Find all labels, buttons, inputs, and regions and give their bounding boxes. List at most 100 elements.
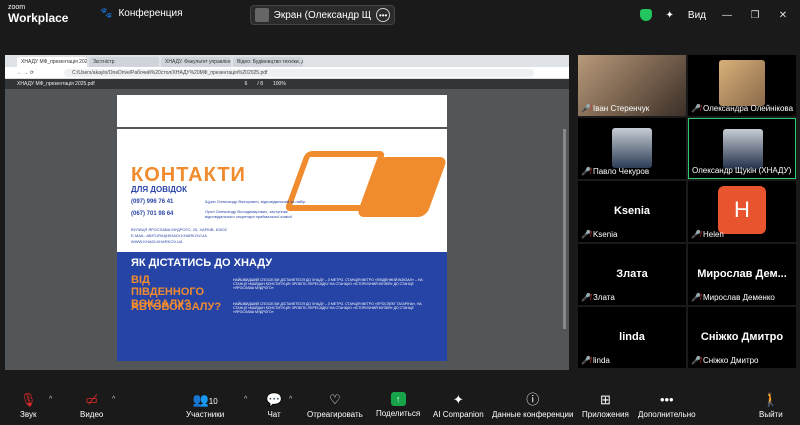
participants-count: 10: [208, 397, 218, 406]
more-label: Дополнительно: [638, 410, 696, 419]
browser-tab[interactable]: ХНАДУ МФ_презентація 2025.pdf: [17, 57, 87, 67]
participant-photo: [719, 60, 765, 106]
mic-off-icon: 🎤̸: [691, 230, 701, 239]
apps-button[interactable]: ⊞ Приложения: [582, 392, 629, 419]
participant-tile-active-speaker[interactable]: Олександр Щукін (ХНАДУ): [688, 118, 796, 179]
participant-tile[interactable]: 🎤̸ Павло Чекуров: [578, 118, 686, 179]
pdf-page-current: КОНТАКТИ ДЛЯ ДОВІДОК (097) 996 76 41 Щук…: [117, 129, 447, 361]
participant-tile[interactable]: 🎤̸ Іван Стеренчук: [578, 55, 686, 116]
react-label: Отреагировать: [307, 410, 363, 419]
restore-icon[interactable]: ❐: [748, 10, 762, 21]
participant-name: Злата: [592, 293, 615, 302]
security-shield-icon[interactable]: [639, 9, 652, 21]
participant-tile[interactable]: Ksenia 🎤̸ Ksenia: [578, 181, 686, 242]
participants-caret-icon[interactable]: ^: [244, 396, 247, 403]
more-button[interactable]: ••• Дополнительно: [638, 392, 696, 419]
nav-arrows-icon[interactable]: ← → ⟳: [17, 70, 34, 76]
participants-gallery: 🎤̸ Іван Стеренчук 🎤̸ Олександра Олейнікова…: [576, 55, 800, 370]
screen-share-pill[interactable]: Экран (Олександр Щукін (ХНАДУ) •••: [250, 5, 395, 25]
mic-off-icon: 🎤̸: [581, 104, 591, 113]
mic-off-icon: 🎤̸: [691, 104, 701, 113]
mic-off-icon: 🎤̸: [691, 356, 701, 365]
participant-display-name: Злата: [616, 268, 648, 280]
meeting-title: Конференция: [118, 8, 183, 19]
participant-tile[interactable]: 🎤̸ Олександра Олейнікова: [688, 55, 796, 116]
browser-tab[interactable]: Зкстністр: [89, 57, 159, 67]
participant-tile[interactable]: Мирослав Дем... 🎤̸ Мирослав Деменко: [688, 244, 796, 305]
zoom-logo: zoom Workplace: [8, 4, 68, 24]
shared-screen[interactable]: ХНАДУ МФ_презентація 2025.pdf Зкстністр …: [5, 55, 569, 370]
participant-name: Олександр Щукін (ХНАДУ): [692, 166, 792, 175]
participant-name: Сніжко Дмитро: [702, 356, 759, 365]
pdf-scrollbar[interactable]: [563, 129, 566, 329]
minimize-icon[interactable]: —: [720, 10, 734, 21]
address-bar: ← → ⟳ C:/Users/akaylo/OneDrive/Рабочий%2…: [5, 67, 569, 79]
paw-icon: 🐾: [100, 8, 113, 19]
url-field[interactable]: C:/Users/akaylo/OneDrive/Рабочий%20стол/…: [63, 68, 534, 77]
pdf-viewport[interactable]: КОНТАКТИ ДЛЯ ДОВІДОК (097) 996 76 41 Щук…: [5, 89, 569, 370]
react-button[interactable]: ♡ Отреагировать: [307, 392, 363, 419]
pdf-page-prev: [117, 95, 447, 127]
ai-companion-button[interactable]: ✦ AI Companion: [433, 392, 484, 419]
title-bar: zoom Workplace 🐾 Конференция Экран (Олек…: [0, 0, 800, 30]
share-pill-label: Экран (Олександр Щукін (ХНАДУ): [273, 9, 372, 21]
participant-display-name: Мирослав Дем...: [697, 268, 787, 280]
pdf-zoom[interactable]: 100%: [273, 81, 286, 87]
meeting-info[interactable]: 🐾 Конференция: [100, 8, 183, 19]
directions-title: ЯК ДІСТАТИСЬ ДО ХНАДУ: [131, 257, 273, 269]
slide-email: E-MAIL: ABITURA@KHADI.KHARKOV.UA: [131, 233, 207, 238]
audio-options-caret-icon[interactable]: ^: [49, 396, 52, 403]
participants-button[interactable]: 👥10 Участники: [186, 392, 224, 419]
info-label: Данные конференции: [492, 410, 574, 419]
video-label: Видео: [80, 410, 104, 419]
heart-icon: ♡: [329, 392, 341, 407]
brand-bottom: Workplace: [8, 11, 69, 25]
mic-off-icon: 🎤̸: [581, 356, 591, 365]
slide-web: WWW.KHADI.KHARKOV.UA: [131, 239, 183, 244]
browser-tab[interactable]: Відео: Будівництво техніки, досв...: [233, 57, 303, 67]
video-button[interactable]: ▭̸ Видео: [80, 392, 103, 419]
chat-caret-icon[interactable]: ^: [289, 396, 292, 403]
meeting-info-button[interactable]: ⓘ Данные конференции: [492, 392, 573, 419]
pdf-toolbar: ХНАДУ МФ_презентація 2025.pdf 6 / 8 100%: [5, 79, 569, 89]
audio-label: Звук: [20, 410, 37, 419]
browser-tab[interactable]: ХНАДУ. Факультет управління...: [161, 57, 231, 67]
brand-top: zoom: [8, 4, 26, 11]
view-button[interactable]: Вид: [688, 10, 706, 21]
participant-name: linda: [592, 356, 610, 365]
participant-tile[interactable]: H 🎤̸ Helen: [688, 181, 796, 242]
close-icon[interactable]: ✕: [776, 10, 790, 21]
more-options-icon[interactable]: •••: [376, 8, 391, 22]
leave-button[interactable]: 🚶 Выйти: [759, 392, 783, 419]
participant-photo: [723, 129, 763, 169]
more-icon: •••: [659, 392, 674, 407]
chat-icon: 💬: [266, 392, 283, 407]
meeting-toolbar: 🎙 Звук ^ ▭̸ Видео ^ 👥10 Участники ^ 💬 Ча…: [0, 388, 800, 425]
participant-display-name: Ksenia: [613, 205, 651, 217]
share-screen-icon: ↑: [390, 392, 406, 406]
participant-tile[interactable]: Сніжко Дмитро 🎤̸ Сніжко Дмитро: [688, 307, 796, 368]
slide-subtitle: ДЛЯ ДОВІДОК: [131, 185, 188, 194]
video-options-caret-icon[interactable]: ^: [112, 396, 115, 403]
directions-section: ЯК ДІСТАТИСЬ ДО ХНАДУ ВІД ПІВДЕННОГО ВОК…: [117, 252, 447, 361]
mic-off-icon: 🎤̸: [691, 293, 701, 302]
mic-muted-icon: 🎙: [20, 392, 37, 407]
sparkle-icon[interactable]: ✦: [666, 10, 674, 21]
audio-button[interactable]: 🎙 Звук: [20, 392, 37, 419]
participant-tile[interactable]: Злата 🎤̸ Злата: [578, 244, 686, 305]
share-button[interactable]: ↑ Поделиться: [376, 392, 420, 418]
exit-icon: 🚶: [762, 392, 779, 407]
chat-button[interactable]: 💬 Чат: [266, 392, 282, 419]
pdf-name: ХНАДУ МФ_презентація 2025.pdf: [17, 81, 95, 87]
participant-display-name: linda: [619, 331, 645, 343]
participant-display-name: Сніжко Дмитро: [700, 331, 784, 343]
ai-sparkle-icon: ✦: [452, 392, 464, 407]
participant-tile[interactable]: linda 🎤̸ linda: [578, 307, 686, 368]
pdf-page-field[interactable]: 6: [245, 81, 248, 87]
question-2-text: НАЙШВИДШИЙ СПОСІБ ВИ ДІСТАНЕТЕСЯ ДО ХНАД…: [233, 302, 422, 315]
apps-label: Приложения: [582, 410, 629, 419]
participant-initial-avatar: H: [718, 186, 766, 234]
leave-label: Выйти: [759, 410, 783, 419]
chat-label: Чат: [267, 410, 281, 419]
share-label: Поделиться: [376, 409, 421, 418]
